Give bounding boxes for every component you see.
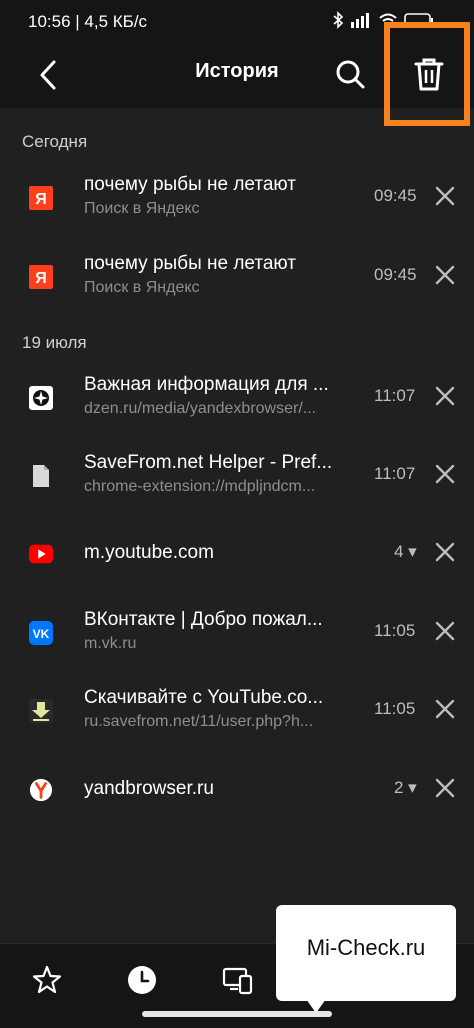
close-icon[interactable] bbox=[434, 620, 456, 642]
history-clock-icon[interactable] bbox=[126, 964, 158, 996]
history-row[interactable]: Я почему рыбы не летают Поиск в Яндекс 0… bbox=[0, 243, 474, 313]
section-header-july19: 19 июля bbox=[22, 333, 87, 352]
close-icon[interactable] bbox=[434, 385, 456, 407]
history-row[interactable]: Я почему рыбы не летают Поиск в Яндекс 0… bbox=[0, 164, 474, 234]
watermark-callout: Mi-Check.ru bbox=[276, 905, 456, 1013]
history-row[interactable]: SaveFrom.net Helper - Pref... chrome-ext… bbox=[0, 442, 474, 512]
history-row[interactable]: yandbrowser.ru 2 ▾ bbox=[0, 756, 474, 826]
history-title: ВКонтакте | Добро пожал... bbox=[84, 609, 323, 630]
star-icon[interactable] bbox=[31, 964, 63, 996]
highlight-frame bbox=[384, 22, 470, 126]
visit-count[interactable]: 2 ▾ bbox=[394, 778, 417, 798]
svg-text:Я: Я bbox=[35, 270, 47, 287]
yandex-logo-icon: Я bbox=[29, 265, 53, 289]
history-subtitle: Поиск в Яндекс bbox=[84, 279, 200, 296]
history-subtitle: chrome-extension://mdpljndcm... bbox=[84, 478, 316, 495]
bluetooth-icon bbox=[333, 11, 344, 29]
status-time-speed: 10:56 | 4,5 КБ/с bbox=[28, 12, 148, 31]
history-title: почему рыбы не летают bbox=[84, 174, 296, 195]
history-title: Скачивайте с YouTube.co... bbox=[84, 687, 324, 708]
history-row[interactable]: Важная информация для ... dzen.ru/media/… bbox=[0, 364, 474, 434]
watermark-text: Mi-Check.ru bbox=[306, 935, 426, 960]
history-row[interactable]: VK ВКонтакте | Добро пожал... m.vk.ru 11… bbox=[0, 599, 474, 669]
history-subtitle: Поиск в Яндекс bbox=[84, 200, 200, 217]
history-subtitle: ru.savefrom.net/11/user.php?h... bbox=[84, 713, 314, 730]
history-subtitle: m.vk.ru bbox=[84, 635, 137, 652]
dzen-icon bbox=[29, 386, 53, 410]
close-icon[interactable] bbox=[434, 777, 456, 799]
history-title: почему рыбы не летают bbox=[84, 253, 296, 274]
svg-text:Я: Я bbox=[35, 191, 47, 208]
section-header-today: Сегодня bbox=[22, 132, 88, 151]
search-icon[interactable] bbox=[334, 58, 366, 90]
history-row[interactable]: m.youtube.com 4 ▾ bbox=[0, 520, 474, 590]
close-icon[interactable] bbox=[434, 185, 456, 207]
home-indicator[interactable] bbox=[142, 1011, 332, 1017]
close-icon[interactable] bbox=[434, 463, 456, 485]
svg-text:VK: VK bbox=[33, 627, 50, 641]
history-time: 09:45 bbox=[374, 265, 417, 284]
youtube-icon bbox=[29, 542, 53, 566]
close-icon[interactable] bbox=[434, 698, 456, 720]
savefrom-icon bbox=[29, 699, 53, 723]
history-title: SaveFrom.net Helper - Pref... bbox=[84, 452, 333, 473]
history-title: yandbrowser.ru bbox=[84, 778, 214, 799]
history-title: Важная информация для ... bbox=[84, 374, 329, 395]
history-subtitle: dzen.ru/media/yandexbrowser/... bbox=[84, 400, 317, 417]
yandex-browser-icon bbox=[29, 778, 53, 802]
devices-icon[interactable] bbox=[222, 964, 254, 996]
file-icon bbox=[29, 464, 53, 488]
history-time: 09:45 bbox=[374, 186, 417, 205]
history-title: m.youtube.com bbox=[84, 542, 214, 563]
history-row[interactable]: Скачивайте с YouTube.co... ru.savefrom.n… bbox=[0, 677, 474, 747]
visit-count[interactable]: 4 ▾ bbox=[394, 542, 417, 562]
signal-icon bbox=[351, 13, 369, 28]
history-time: 11:07 bbox=[374, 464, 416, 483]
close-icon[interactable] bbox=[434, 541, 456, 563]
history-time: 11:05 bbox=[374, 699, 416, 718]
history-time: 11:05 bbox=[374, 621, 416, 640]
close-icon[interactable] bbox=[434, 264, 456, 286]
history-time: 11:07 bbox=[374, 386, 416, 405]
vk-icon: VK bbox=[29, 621, 53, 645]
yandex-logo-icon: Я bbox=[29, 186, 53, 210]
